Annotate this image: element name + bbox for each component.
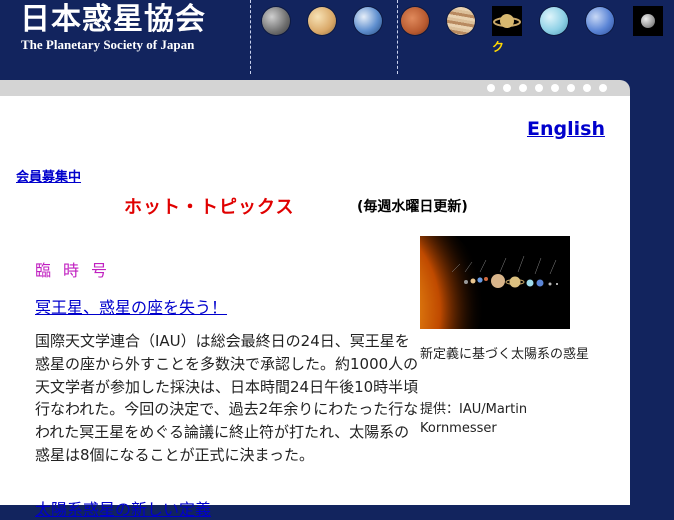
main-content: English 会員募集中 ホット・トピックス (毎週水曜日更新) 臨時号 冥王… <box>0 96 630 519</box>
article-body: 国際天文学連合（IAU）は総会最終日の24日、冥王星を惑星の座から外すことを多数… <box>35 332 419 464</box>
new-definition-link[interactable]: 太陽系惑星の新しい定義 <box>35 496 211 520</box>
saturn-icon[interactable] <box>492 6 522 36</box>
dot-icon <box>551 84 559 92</box>
uranus-icon[interactable] <box>540 7 568 35</box>
pluto-icon[interactable] <box>641 14 655 28</box>
tab-bar <box>0 80 630 96</box>
special-issue-label: 臨時号 <box>35 261 120 280</box>
earth-icon[interactable] <box>354 7 382 35</box>
planet-label: ク <box>492 40 505 54</box>
header-divider <box>397 0 398 74</box>
mercury-icon[interactable] <box>262 7 290 35</box>
dot-icon <box>599 84 607 92</box>
neptune-icon[interactable] <box>586 7 614 35</box>
dot-icon <box>487 84 495 92</box>
image-caption: 新定義に基づく太陽系の惑星 <box>420 347 590 362</box>
pluto-headline-link[interactable]: 冥王星、惑星の座を失う！ <box>35 294 227 318</box>
dot-icon <box>503 84 511 92</box>
site-header: 日本惑星協会 The Planetary Society of Japan ク <box>0 0 674 80</box>
mars-icon[interactable] <box>401 7 429 35</box>
dot-icon <box>583 84 591 92</box>
english-link[interactable]: English <box>527 118 605 140</box>
solar-system-image[interactable] <box>420 236 570 329</box>
image-credit: 提供：IAU/Martin Kornmesser <box>420 402 528 436</box>
member-recruitment-link[interactable]: 会員募集中 <box>16 166 81 185</box>
hot-topics-title: ホット・トピックス <box>124 197 295 218</box>
dot-icon <box>567 84 575 92</box>
weekly-update-note: (毎週水曜日更新) <box>357 199 468 215</box>
saturn-box <box>492 6 522 36</box>
dot-icon <box>519 84 527 92</box>
dot-icon <box>535 84 543 92</box>
pluto-box <box>633 6 663 36</box>
header-divider <box>250 0 251 74</box>
jupiter-icon[interactable] <box>447 7 475 35</box>
site-subtitle: The Planetary Society of Japan <box>21 37 195 52</box>
venus-icon[interactable] <box>308 7 336 35</box>
site-title: 日本惑星協会 <box>20 2 206 37</box>
